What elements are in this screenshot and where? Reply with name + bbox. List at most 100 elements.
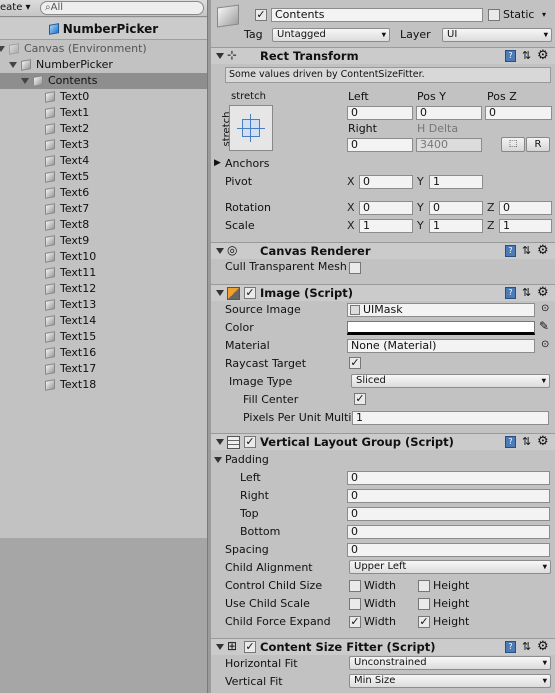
collapse-triangle-icon[interactable] bbox=[216, 439, 224, 445]
hierarchy-item[interactable]: Text14 bbox=[0, 313, 207, 329]
hierarchy-item[interactable]: Text4 bbox=[0, 153, 207, 169]
expand-triangle-icon[interactable] bbox=[0, 46, 5, 52]
pad-left-field[interactable]: 0 bbox=[347, 471, 550, 485]
hierarchy-item[interactable]: Canvas (Environment) bbox=[0, 41, 207, 57]
anchors-foldout[interactable]: Anchors bbox=[225, 157, 270, 171]
object-picker-icon[interactable]: ⊙ bbox=[541, 339, 549, 350]
eyedropper-icon[interactable]: ✎ bbox=[539, 319, 549, 333]
scale-x-field[interactable]: 1 bbox=[359, 219, 413, 233]
pad-top-field[interactable]: 0 bbox=[347, 507, 550, 521]
csf-enabled-checkbox[interactable]: ✓ bbox=[244, 641, 256, 653]
ucs-width-checkbox[interactable] bbox=[349, 598, 361, 610]
color-field[interactable] bbox=[347, 321, 535, 335]
expand-triangle-icon[interactable] bbox=[9, 62, 17, 68]
vertical-fit-dropdown[interactable]: Min Size bbox=[349, 674, 551, 688]
hierarchy-item[interactable]: Text5 bbox=[0, 169, 207, 185]
hierarchy-item[interactable]: Text1 bbox=[0, 105, 207, 121]
static-checkbox[interactable] bbox=[488, 9, 500, 21]
pivot-y-field[interactable]: 1 bbox=[429, 175, 483, 189]
collapse-triangle-icon[interactable] bbox=[216, 644, 224, 650]
raycast-checkbox[interactable]: ✓ bbox=[349, 357, 361, 369]
create-dropdown[interactable]: eate ▾ bbox=[0, 1, 33, 15]
gear-icon[interactable]: ⚙ bbox=[537, 434, 549, 449]
preset-icon[interactable]: ⇅ bbox=[522, 50, 534, 62]
preset-icon[interactable]: ⇅ bbox=[522, 436, 534, 448]
hierarchy-item[interactable]: NumberPicker bbox=[0, 57, 207, 73]
padding-triangle-icon[interactable] bbox=[214, 457, 222, 463]
object-picker-icon[interactable]: ⊙ bbox=[541, 303, 549, 314]
preset-icon[interactable]: ⇅ bbox=[522, 287, 534, 299]
pad-bottom-field[interactable]: 0 bbox=[347, 525, 550, 539]
gear-icon[interactable]: ⚙ bbox=[537, 285, 549, 300]
collapse-triangle-icon[interactable] bbox=[216, 290, 224, 296]
hierarchy-item[interactable]: Text13 bbox=[0, 297, 207, 313]
cfe-width-checkbox[interactable]: ✓ bbox=[349, 616, 361, 628]
raw-edit-button[interactable]: R bbox=[526, 137, 550, 152]
pivot-x-field[interactable]: 0 bbox=[359, 175, 413, 189]
hierarchy-item[interactable]: Text12 bbox=[0, 281, 207, 297]
rot-x-field[interactable]: 0 bbox=[359, 201, 413, 215]
help-book-icon[interactable]: ? bbox=[505, 50, 516, 62]
rot-y-field[interactable]: 0 bbox=[429, 201, 483, 215]
gear-icon[interactable]: ⚙ bbox=[537, 48, 549, 63]
hierarchy-item[interactable]: Text0 bbox=[0, 89, 207, 105]
hierarchy-item[interactable]: Text7 bbox=[0, 201, 207, 217]
rot-z-field[interactable]: 0 bbox=[499, 201, 552, 215]
rect-transform-header[interactable]: ⊹ Rect Transform ? ⇅ ⚙ bbox=[211, 47, 555, 64]
anchor-preset-button[interactable] bbox=[229, 105, 273, 151]
posy-field[interactable]: 0 bbox=[416, 106, 482, 120]
preset-icon[interactable]: ⇅ bbox=[522, 641, 534, 653]
source-image-field[interactable]: UIMask bbox=[347, 303, 535, 317]
help-book-icon[interactable]: ? bbox=[505, 245, 516, 257]
cfe-height-checkbox[interactable]: ✓ bbox=[418, 616, 430, 628]
hierarchy-item[interactable]: Text6 bbox=[0, 185, 207, 201]
hierarchy-item[interactable]: Text2 bbox=[0, 121, 207, 137]
image-enabled-checkbox[interactable]: ✓ bbox=[244, 287, 256, 299]
active-checkbox[interactable]: ✓ bbox=[255, 9, 267, 21]
image-type-dropdown[interactable]: Sliced bbox=[351, 374, 550, 388]
hierarchy-item[interactable]: Text3 bbox=[0, 137, 207, 153]
gear-icon[interactable]: ⚙ bbox=[537, 639, 549, 654]
object-name-field[interactable]: Contents bbox=[271, 8, 483, 22]
horizontal-fit-dropdown[interactable]: Unconstrained bbox=[349, 656, 551, 670]
vlg-header[interactable]: ✓ Vertical Layout Group (Script) ? ⇅ ⚙ bbox=[211, 433, 555, 450]
static-dropdown-icon[interactable]: ▾ bbox=[542, 10, 546, 19]
left-field[interactable]: 0 bbox=[347, 106, 413, 120]
hierarchy-item[interactable]: Text15 bbox=[0, 329, 207, 345]
ucs-height-checkbox[interactable] bbox=[418, 598, 430, 610]
image-header[interactable]: ✓ Image (Script) ? ⇅ ⚙ bbox=[211, 284, 555, 301]
hierarchy-search-input[interactable]: ⌕All bbox=[40, 1, 204, 15]
posz-field[interactable]: 0 bbox=[485, 106, 552, 120]
material-field[interactable]: None (Material) bbox=[347, 339, 535, 353]
hierarchy-item[interactable]: Text18 bbox=[0, 377, 207, 393]
csf-header[interactable]: ⊞ ✓ Content Size Fitter (Script) ? ⇅ ⚙ bbox=[211, 638, 555, 655]
scale-y-field[interactable]: 1 bbox=[429, 219, 483, 233]
preset-icon[interactable]: ⇅ bbox=[522, 245, 534, 257]
hierarchy-item[interactable]: Text17 bbox=[0, 361, 207, 377]
gear-icon[interactable]: ⚙ bbox=[537, 243, 549, 258]
hierarchy-item[interactable]: Text11 bbox=[0, 265, 207, 281]
child-alignment-dropdown[interactable]: Upper Left bbox=[349, 560, 551, 574]
pad-right-field[interactable]: 0 bbox=[347, 489, 550, 503]
hierarchy-item[interactable]: Text16 bbox=[0, 345, 207, 361]
cull-checkbox[interactable] bbox=[349, 262, 361, 274]
ccs-width-checkbox[interactable] bbox=[349, 580, 361, 592]
tag-dropdown[interactable]: Untagged bbox=[272, 28, 390, 42]
help-book-icon[interactable]: ? bbox=[505, 436, 516, 448]
vlg-enabled-checkbox[interactable]: ✓ bbox=[244, 436, 256, 448]
collapse-triangle-icon[interactable] bbox=[216, 248, 224, 254]
canvas-renderer-header[interactable]: ◎ Canvas Renderer ? ⇅ ⚙ bbox=[211, 242, 555, 259]
right-field[interactable]: 0 bbox=[347, 138, 413, 152]
spacing-field[interactable]: 0 bbox=[347, 543, 550, 557]
help-book-icon[interactable]: ? bbox=[505, 641, 516, 653]
blueprint-mode-button[interactable]: ⬚ bbox=[501, 137, 525, 152]
expand-triangle-icon[interactable] bbox=[21, 78, 29, 84]
hierarchy-item[interactable]: Text9 bbox=[0, 233, 207, 249]
padding-foldout[interactable]: Padding bbox=[225, 453, 269, 467]
ccs-height-checkbox[interactable] bbox=[418, 580, 430, 592]
hierarchy-item[interactable]: Contents bbox=[0, 73, 207, 89]
ppu-field[interactable]: 1 bbox=[352, 411, 549, 425]
hierarchy-item[interactable]: Text10 bbox=[0, 249, 207, 265]
layer-dropdown[interactable]: UI bbox=[442, 28, 552, 42]
collapse-triangle-icon[interactable] bbox=[216, 53, 224, 59]
